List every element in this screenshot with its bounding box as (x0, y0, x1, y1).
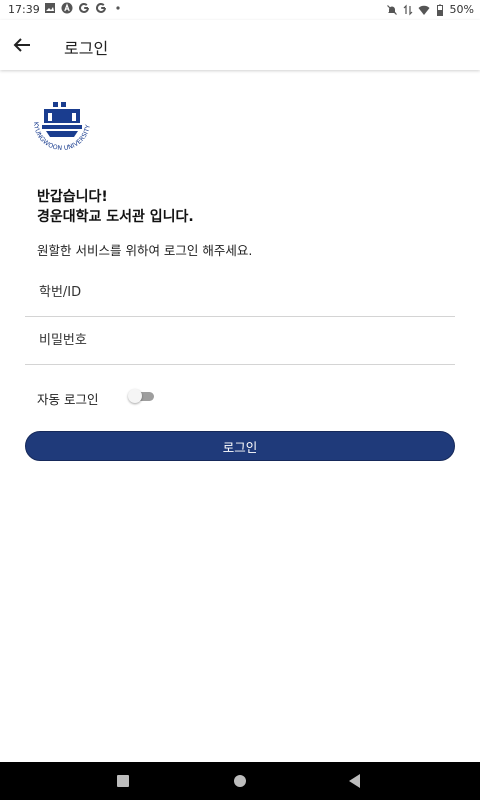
status-bar: 17:39 50% (0, 0, 480, 20)
login-instruction: 원할한 서비스를 위하여 로그인 해주세요. (37, 243, 253, 258)
mute-bell-icon (386, 4, 397, 15)
password-field (25, 320, 455, 365)
login-button[interactable]: 로그인 (25, 431, 455, 461)
page-title: 로그인 (64, 39, 109, 58)
status-time: 17:39 (8, 3, 40, 16)
student-id-input[interactable] (37, 284, 441, 301)
student-id-field (25, 272, 455, 317)
recents-button[interactable] (117, 775, 129, 787)
password-input[interactable] (37, 332, 441, 349)
dot-icon (116, 6, 120, 10)
toggle-thumb (128, 389, 142, 403)
back-arrow-icon[interactable] (10, 33, 34, 57)
data-arrows-icon (403, 4, 412, 15)
wifi-icon (418, 5, 430, 15)
auto-login-label: 자동 로그인 (37, 392, 99, 407)
university-logo: KYUNGWOON UNIVERSITY (32, 102, 92, 152)
greeting-line-1: 반갑습니다! (37, 189, 108, 205)
system-status-icons: 50% (386, 3, 474, 16)
google-icon (96, 2, 106, 13)
notification-icons (44, 2, 124, 14)
nav-back-button[interactable] (349, 774, 360, 788)
navigation-bar (0, 762, 480, 800)
greeting-line-2: 경운대학교 도서관 입니다. (37, 209, 194, 225)
google-icon (79, 2, 89, 13)
battery-percent: 50% (449, 3, 474, 16)
battery-icon (436, 4, 443, 16)
app-bar: 로그인 (0, 20, 480, 70)
home-button[interactable] (234, 775, 246, 787)
auto-login-toggle[interactable] (128, 389, 154, 403)
greeting: 반갑습니다! 경운대학교 도서관 입니다. (37, 187, 194, 227)
a-icon (61, 2, 73, 14)
image-icon (45, 3, 55, 13)
